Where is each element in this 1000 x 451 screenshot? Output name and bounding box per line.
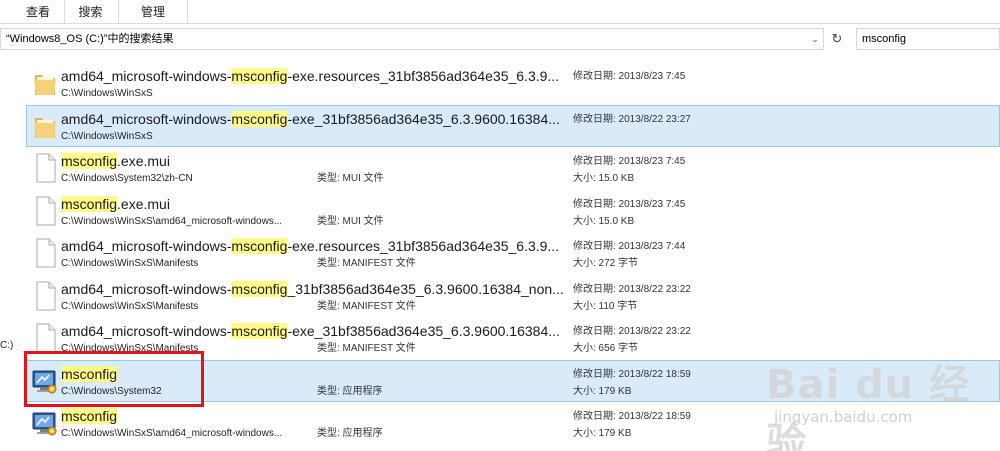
annotation-highlight-box [24, 351, 204, 407]
file-size: 大小: 179 KB [573, 428, 632, 439]
file-path: C:\Windows\WinSxS\amd64_microsoft-window… [61, 215, 283, 227]
file-icon [31, 322, 59, 354]
file-size: 大小: 179 KB [573, 385, 632, 397]
watermark-logo: Bai du 经验 [766, 362, 971, 451]
search-match-highlight: msconfig [61, 153, 118, 169]
file-type: 类型: 应用程序 [317, 385, 383, 397]
modified-date: 修改日期: 2013/8/22 18:59 [573, 368, 691, 380]
file-name-prefix: amd64_microsoft-windows- [61, 68, 232, 84]
file-size: 大小: 15.0 KB [573, 215, 635, 227]
search-match-highlight: msconfig [231, 238, 288, 254]
file-size: 大小: 656 字节 [573, 343, 639, 354]
file-name: amd64_microsoft-windows-msconfig-exe.res… [61, 66, 559, 86]
file-name: msconfig.exe.mui [61, 151, 170, 171]
folder-icon [31, 110, 59, 142]
file-icon [31, 280, 59, 312]
file-type: 类型: MUI 文件 [317, 173, 384, 184]
search-match-highlight: msconfig [231, 323, 288, 339]
file-name-suffix: -exe.resources_31bf3856ad364e35_6.3.9... [287, 238, 560, 254]
file-name-suffix: .exe.mui [117, 153, 170, 169]
list-item[interactable]: msconfig.exe.mui C:\Windows\System32\zh-C… [26, 147, 1000, 189]
address-bar[interactable]: “Windows8_OS (C:)”中的搜索结果 [0, 28, 824, 50]
baidu-watermark: Bai du 经验 jingyan.baidu.com [766, 352, 996, 451]
modified-date: 修改日期: 2013/8/22 23:22 [573, 283, 691, 295]
file-path: C:\Windows\System32\zh-CN [61, 173, 193, 184]
file-name: amd64_microsoft-windows-msconfig-exe_31b… [61, 321, 560, 341]
file-size: 大小: 110 字节 [573, 300, 638, 312]
tab-manage[interactable]: 管理 [118, 0, 188, 24]
list-item[interactable]: amd64_microsoft-windows-msconfig-exe.res… [26, 62, 1000, 104]
list-item[interactable]: amd64_microsoft-windows-msconfig-exe_31b… [26, 104, 1000, 147]
file-name-suffix: _31bf3856ad364e35_6.3.9600.16384_non... [287, 280, 564, 297]
file-name: amd64_microsoft-windows-msconfig-exe_31b… [61, 109, 560, 129]
file-size: 大小: 272 字节 [573, 258, 639, 269]
modified-date: 修改日期: 2013/8/23 7:44 [573, 241, 686, 252]
file-path: C:\Windows\WinSxS [61, 88, 153, 99]
folder-icon [31, 67, 59, 99]
search-match-highlight: msconfig [231, 110, 288, 127]
tab-view[interactable]: 查看 [12, 0, 64, 24]
file-icon [31, 152, 59, 184]
list-item[interactable]: amd64_microsoft-windows-msconfig-exe.res… [26, 232, 1000, 274]
file-type: 类型: MANIFEST 文件 [317, 343, 416, 354]
modified-date: 修改日期: 2013/8/23 7:45 [573, 71, 686, 82]
search-match-highlight: msconfig [61, 408, 118, 424]
file-path: C:\Windows\WinSxS\amd64_microsoft-window… [61, 428, 283, 439]
file-name: amd64_microsoft-windows-msconfig-exe.res… [61, 236, 559, 256]
file-name-prefix: amd64_microsoft-windows- [61, 323, 232, 339]
file-name-suffix: -exe_31bf3856ad364e35_6.3.9600.16384... [287, 323, 560, 339]
file-name-suffix: -exe_31bf3856ad364e35_6.3.9600.16384... [287, 110, 560, 127]
watermark-url: jingyan.baidu.com [774, 408, 913, 426]
search-input[interactable]: msconfig [856, 28, 1000, 50]
list-item[interactable]: amd64_microsoft-windows-msconfig_31bf385… [26, 275, 1000, 317]
file-name: msconfig [61, 406, 118, 426]
modified-date: 修改日期: 2013/8/23 7:45 [573, 198, 686, 210]
search-match-highlight: msconfig [231, 68, 288, 84]
modified-date: 修改日期: 2013/8/22 18:59 [573, 411, 691, 422]
file-size: 大小: 15.0 KB [573, 173, 635, 184]
tab-search[interactable]: 搜索 [64, 0, 116, 24]
file-icon [31, 195, 59, 227]
modified-date: 修改日期: 2013/8/23 7:45 [573, 156, 686, 167]
file-type: 类型: MANIFEST 文件 [317, 258, 416, 269]
nav-pane-fragment: C:) [0, 340, 14, 351]
file-icon [31, 237, 59, 269]
file-path: C:\Windows\WinSxS [61, 130, 153, 142]
file-path: C:\Windows\WinSxS\Manifests [61, 258, 199, 269]
file-type: 类型: 应用程序 [317, 428, 383, 439]
file-name-prefix: amd64_microsoft-windows- [61, 280, 232, 297]
file-type: 类型: MANIFEST 文件 [317, 300, 416, 312]
file-path: C:\Windows\WinSxS\Manifests [61, 300, 199, 312]
list-item[interactable]: msconfig.exe.mui C:\Windows\WinSxS\amd64_… [26, 190, 1000, 232]
msconfig-app-icon [31, 407, 59, 439]
refresh-icon[interactable]: ↻ [826, 28, 848, 50]
file-name-suffix: -exe.resources_31bf3856ad364e35_6.3.9... [287, 68, 560, 84]
file-name-prefix: amd64_microsoft-windows- [61, 110, 232, 127]
modified-date: 修改日期: 2013/8/22 23:27 [573, 113, 691, 125]
modified-date: 修改日期: 2013/8/22 23:22 [573, 326, 691, 337]
ribbon-edge [0, 0, 4, 24]
file-name-prefix: amd64_microsoft-windows- [61, 238, 232, 254]
search-match-highlight: msconfig [231, 280, 288, 297]
ribbon-bar: 查看 搜索 管理 [0, 0, 1000, 24]
search-match-highlight: msconfig [61, 195, 118, 212]
file-name: msconfig.exe.mui [61, 194, 170, 214]
chevron-down-icon[interactable]: ⌄ [808, 30, 822, 48]
file-name: amd64_microsoft-windows-msconfig_31bf385… [61, 279, 564, 299]
file-type: 类型: MUI 文件 [317, 215, 384, 227]
file-name-suffix: .exe.mui [117, 195, 170, 212]
